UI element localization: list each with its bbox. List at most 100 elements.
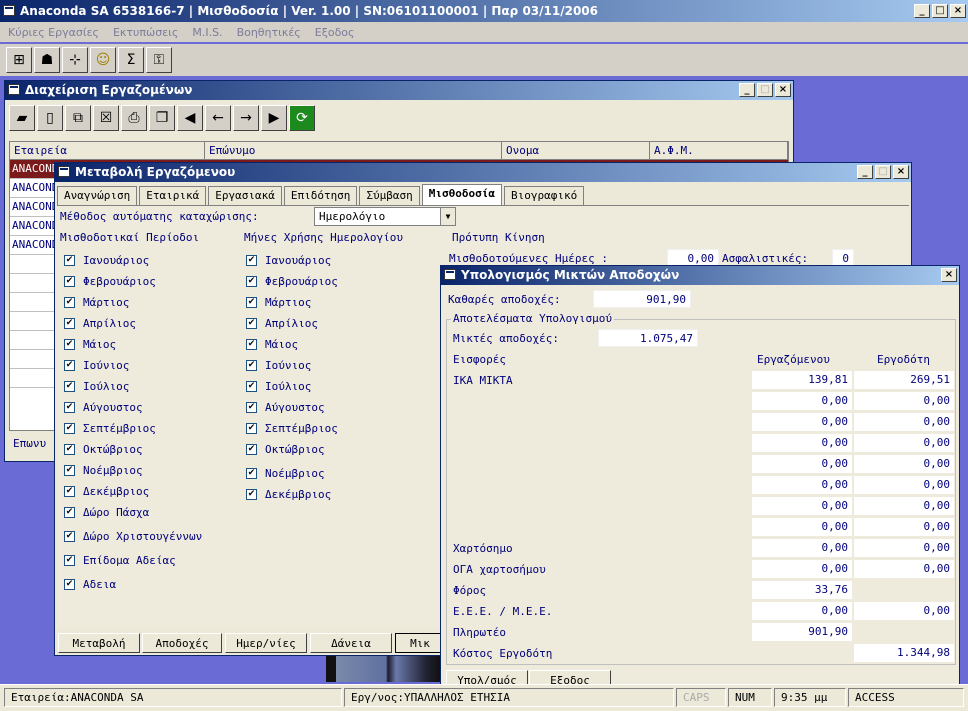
check-icon[interactable]: ✔ — [64, 555, 75, 566]
employee-amount[interactable]: 0,00 — [752, 476, 852, 494]
period-checkbox[interactable]: ✔ Μάιος — [60, 335, 228, 354]
tab-item[interactable]: Εργασιακά — [208, 186, 282, 205]
employee-amount[interactable]: 0,00 — [752, 434, 852, 452]
employee-amount[interactable]: 0,00 — [752, 413, 852, 431]
month-checkbox[interactable]: ✔ Αύγουστος — [244, 398, 368, 417]
employee-amount[interactable]: 0,00 — [752, 392, 852, 410]
tab-item[interactable]: Βιογραφικό — [504, 186, 585, 205]
period-checkbox[interactable]: ✔ Νοέμβριος — [60, 461, 228, 480]
key-icon[interactable]: ⚿ — [146, 47, 172, 73]
employer-amount[interactable]: 0,00 — [854, 413, 954, 431]
period-checkbox[interactable]: ✔ Αύγουστος — [60, 398, 228, 417]
sigma-icon[interactable]: Σ — [118, 47, 144, 73]
column-header[interactable]: Ονομα — [502, 142, 650, 159]
month-checkbox[interactable]: ✔ Φεβρουάριος — [244, 272, 368, 291]
check-icon[interactable]: ✔ — [246, 360, 257, 371]
check-icon[interactable]: ✔ — [64, 423, 75, 434]
check-icon[interactable]: ✔ — [64, 318, 75, 329]
month-checkbox[interactable]: ✔ Σεπτέμβριος — [244, 419, 368, 438]
check-icon[interactable]: ✔ — [64, 255, 75, 266]
copy-record-icon[interactable]: ⧉ — [65, 105, 91, 131]
period-checkbox[interactable]: ✔ Ιούνιος — [60, 356, 228, 375]
employee-amount[interactable]: 139,81 — [752, 371, 852, 389]
previous-record-icon[interactable]: ← — [205, 105, 231, 131]
next-record-icon[interactable]: → — [233, 105, 259, 131]
period-checkbox[interactable]: ✔ Φεβρουάριος — [60, 272, 228, 291]
employer-amount[interactable]: 0,00 — [854, 455, 954, 473]
period-checkbox[interactable]: ✔ Οκτώβριος — [60, 440, 228, 459]
minimize-button[interactable]: _ — [739, 83, 755, 97]
gross-field[interactable]: 1.075,47 — [598, 329, 698, 347]
employer-amount[interactable]: 1.344,98 — [854, 644, 954, 662]
tab-item[interactable]: Εταιρικά — [139, 186, 207, 205]
edit-action-button[interactable]: Ημερ/νίες — [225, 633, 307, 653]
column-header[interactable]: Επώνυμο — [205, 142, 502, 159]
network-icon[interactable]: ⊹ — [62, 47, 88, 73]
check-icon[interactable]: ✔ — [64, 339, 75, 350]
employer-amount[interactable]: 0,00 — [854, 539, 954, 557]
chevron-down-icon[interactable]: ▼ — [440, 208, 455, 225]
month-checkbox[interactable]: ✔ Ιανουάριος — [244, 251, 368, 270]
period-checkbox[interactable]: ✔ Ιανουάριος — [60, 251, 228, 270]
employee-amount[interactable]: 0,00 — [752, 560, 852, 578]
employer-amount[interactable]: 0,00 — [854, 392, 954, 410]
check-icon[interactable]: ✔ — [64, 531, 75, 542]
period-checkbox[interactable]: ✔ Δεκέμβριος — [60, 482, 228, 501]
menu-item[interactable]: Βοηθητικές — [237, 26, 301, 39]
net-field[interactable]: 901,90 — [593, 290, 691, 308]
open-folder-icon[interactable]: ▰ — [9, 105, 35, 131]
employee-amount[interactable]: 0,00 — [752, 455, 852, 473]
period-checkbox[interactable]: ✔ Δώρο Χριστουγέννων — [60, 527, 228, 546]
edit-action-button[interactable]: Δάνεια — [310, 633, 392, 653]
period-checkbox[interactable]: ✔ Δώρο Πάσχα — [60, 503, 228, 522]
employee-amount[interactable]: 0,00 — [752, 539, 852, 557]
employee-amount[interactable]: 901,90 — [752, 623, 852, 641]
maximize-button[interactable]: □ — [932, 4, 948, 18]
period-checkbox[interactable]: ✔ Μάρτιος — [60, 293, 228, 312]
check-icon[interactable]: ✔ — [246, 339, 257, 350]
menu-item[interactable]: Εξοδος — [315, 26, 355, 39]
close-button[interactable]: × — [775, 83, 791, 97]
refresh-icon[interactable]: ⟳ — [289, 105, 315, 131]
employer-amount[interactable]: 0,00 — [854, 434, 954, 452]
check-icon[interactable]: ✔ — [64, 465, 75, 476]
close-button[interactable]: × — [950, 4, 966, 18]
edit-action-button[interactable]: Μικ — [395, 633, 445, 653]
employee-amount[interactable]: 33,76 — [752, 581, 852, 599]
month-checkbox[interactable]: ✔ Μάρτιος — [244, 293, 368, 312]
delete-icon[interactable]: ☒ — [93, 105, 119, 131]
check-icon[interactable]: ✔ — [246, 468, 257, 479]
edit-action-button[interactable]: Αποδοχές — [142, 633, 222, 653]
check-icon[interactable]: ✔ — [64, 579, 75, 590]
column-header[interactable]: Εταιρεία — [10, 142, 205, 159]
period-checkbox[interactable]: ✔ Ιούλιος — [60, 377, 228, 396]
check-icon[interactable]: ✔ — [64, 507, 75, 518]
preview-icon[interactable]: ❐ — [149, 105, 175, 131]
minimize-button[interactable]: _ — [857, 165, 873, 179]
close-button[interactable]: × — [941, 268, 957, 282]
print-icon[interactable]: ⎙ — [121, 105, 147, 131]
period-checkbox[interactable]: ✔ Απρίλιος — [60, 314, 228, 333]
check-icon[interactable]: ✔ — [64, 360, 75, 371]
check-icon[interactable]: ✔ — [246, 255, 257, 266]
minimize-button[interactable]: _ — [914, 4, 930, 18]
check-icon[interactable]: ✔ — [64, 297, 75, 308]
check-icon[interactable]: ✔ — [246, 423, 257, 434]
check-icon[interactable]: ✔ — [246, 489, 257, 500]
worker-icon[interactable]: ☗ — [34, 47, 60, 73]
edit-action-button[interactable]: Μεταβολή — [58, 633, 140, 653]
menu-item[interactable]: M.I.S. — [192, 26, 222, 39]
tab-item[interactable]: Επιδότηση — [283, 186, 358, 205]
period-checkbox[interactable]: ✔ Επίδομα Αδείας — [60, 551, 228, 570]
check-icon[interactable]: ✔ — [246, 444, 257, 455]
check-icon[interactable]: ✔ — [64, 381, 75, 392]
check-icon[interactable]: ✔ — [246, 318, 257, 329]
check-icon[interactable]: ✔ — [246, 297, 257, 308]
employer-amount[interactable]: 269,51 — [854, 371, 954, 389]
last-record-icon[interactable]: ▶ — [261, 105, 287, 131]
employer-amount[interactable]: 0,00 — [854, 560, 954, 578]
menu-item[interactable]: Εκτυπώσεις — [113, 26, 178, 39]
first-record-icon[interactable]: ◀ — [177, 105, 203, 131]
month-checkbox[interactable]: ✔ Δεκέμβριος — [244, 485, 368, 504]
month-checkbox[interactable]: ✔ Νοέμβριος — [244, 464, 368, 483]
